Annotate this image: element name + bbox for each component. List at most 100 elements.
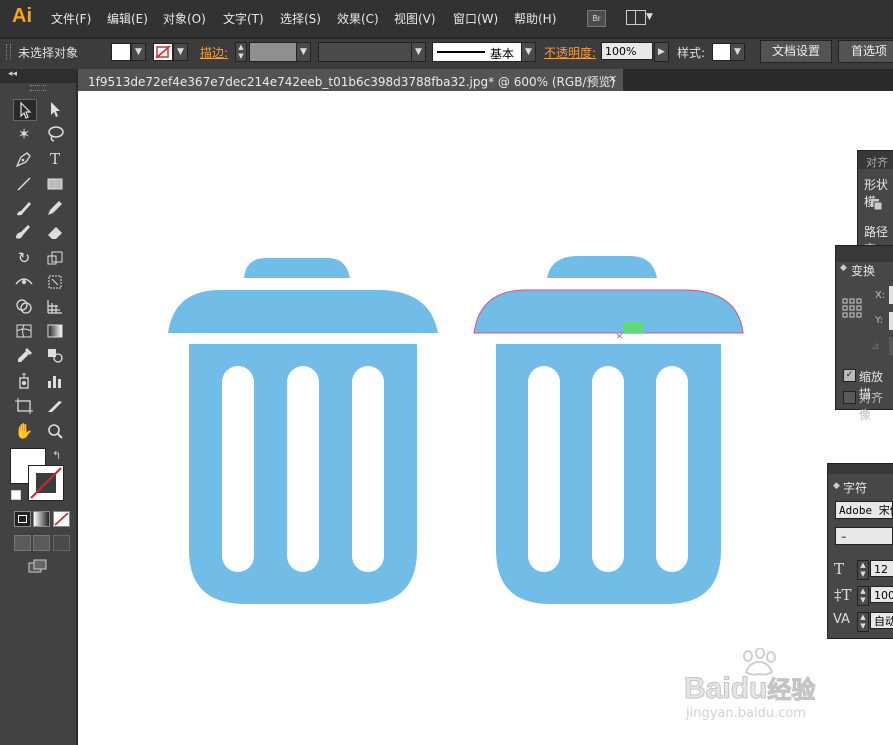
preferences-button[interactable]: 首选项 bbox=[838, 40, 893, 63]
fill-dropdown[interactable]: ▼ bbox=[131, 43, 146, 61]
chevron-down-icon[interactable]: ▼ bbox=[646, 12, 653, 22]
variable-width-profile[interactable] bbox=[318, 42, 412, 62]
menu-view[interactable]: 视图(V) bbox=[394, 10, 436, 27]
gradient-mode-icon[interactable] bbox=[33, 511, 50, 527]
direct-selection-tool-icon[interactable] bbox=[44, 99, 66, 119]
tracking-input[interactable]: 自动 bbox=[870, 612, 893, 629]
expand-icon[interactable]: ◆ bbox=[833, 481, 840, 491]
reference-point-icon[interactable] bbox=[842, 298, 862, 318]
brush-style-dropdown[interactable]: ▼ bbox=[521, 42, 536, 62]
menu-edit[interactable]: 编辑(E) bbox=[107, 10, 148, 27]
zoom-tool-icon[interactable] bbox=[44, 421, 66, 441]
font-size-input[interactable]: 12 bbox=[870, 560, 893, 577]
trash-lid-handle[interactable] bbox=[244, 258, 350, 278]
rotate-tool-icon[interactable]: ↻ bbox=[13, 248, 35, 268]
menu-select[interactable]: 选择(S) bbox=[280, 10, 321, 27]
graphic-style-swatch[interactable] bbox=[712, 43, 731, 61]
angle-input[interactable] bbox=[889, 337, 893, 355]
screen-mode-icon[interactable] bbox=[28, 559, 48, 573]
stroke-weight-field[interactable] bbox=[249, 42, 297, 62]
menu-type[interactable]: 文字(T) bbox=[223, 10, 264, 27]
menu-help[interactable]: 帮助(H) bbox=[514, 10, 556, 27]
expand-icon[interactable]: ◆ bbox=[840, 263, 847, 273]
eraser-tool-icon[interactable] bbox=[44, 222, 66, 242]
align-pixel-grid-checkbox[interactable] bbox=[843, 391, 856, 404]
draw-behind-icon[interactable] bbox=[33, 535, 50, 551]
paintbrush-tool-icon[interactable] bbox=[13, 198, 35, 218]
unite-icon[interactable] bbox=[870, 198, 884, 212]
opacity-input[interactable]: 100% bbox=[601, 42, 653, 60]
menu-file[interactable]: 文件(F) bbox=[51, 10, 91, 27]
menu-window[interactable]: 窗口(W) bbox=[453, 10, 498, 27]
perspective-grid-tool-icon[interactable] bbox=[44, 296, 66, 316]
eyedropper-tool-icon[interactable] bbox=[13, 345, 35, 365]
font-size-stepper[interactable]: ▲ ▼ bbox=[857, 560, 869, 580]
font-style-field[interactable]: – bbox=[835, 527, 893, 545]
slice-tool-icon[interactable] bbox=[44, 396, 66, 416]
stroke-dropdown[interactable]: ▼ bbox=[173, 43, 188, 61]
stroke-color-swatch[interactable] bbox=[28, 465, 64, 501]
draw-inside-icon[interactable] bbox=[53, 535, 70, 551]
stroke-swatch-none-icon[interactable] bbox=[153, 43, 173, 61]
mesh-tool-icon[interactable] bbox=[13, 321, 35, 341]
leading-stepper[interactable]: ▲ ▼ bbox=[857, 586, 869, 606]
default-colors-icon[interactable] bbox=[11, 490, 21, 500]
tools-panel-grip[interactable] bbox=[30, 85, 46, 91]
none-mode-icon[interactable] bbox=[53, 511, 70, 527]
close-icon[interactable]: × bbox=[608, 72, 617, 85]
rectangle-tool-icon[interactable] bbox=[44, 174, 66, 194]
stroke-weight-stepper[interactable]: ▲ ▼ bbox=[235, 42, 247, 62]
stroke-weight-dropdown[interactable]: ▼ bbox=[296, 42, 311, 62]
leading-input[interactable]: 100 bbox=[870, 586, 893, 603]
trash-can-right[interactable] bbox=[466, 250, 756, 610]
line-tool-icon[interactable] bbox=[13, 174, 35, 194]
menu-effect[interactable]: 效果(C) bbox=[337, 10, 379, 27]
stroke-label[interactable]: 描边: bbox=[200, 44, 228, 61]
selection-tool-icon[interactable] bbox=[13, 99, 37, 121]
control-bar-grip[interactable] bbox=[6, 44, 11, 60]
scale-tool-icon[interactable] bbox=[44, 248, 66, 268]
opacity-label[interactable]: 不透明度: bbox=[544, 44, 596, 61]
profile-dropdown[interactable]: ▼ bbox=[411, 42, 426, 62]
color-mode-icon[interactable] bbox=[14, 511, 31, 527]
trash-lid-handle[interactable] bbox=[547, 256, 657, 278]
document-setup-button[interactable]: 文档设置 bbox=[760, 40, 832, 63]
arrange-documents-icon[interactable] bbox=[626, 10, 646, 25]
lasso-tool-icon[interactable] bbox=[44, 124, 66, 144]
swap-fill-stroke-icon[interactable]: ↰ bbox=[52, 449, 61, 462]
fill-swatch[interactable] bbox=[111, 43, 131, 61]
tracking-stepper[interactable]: ▲ ▼ bbox=[857, 612, 869, 632]
menu-object[interactable]: 对象(O) bbox=[163, 10, 206, 27]
character-tab[interactable]: 字符 bbox=[843, 479, 867, 496]
width-tool-icon[interactable] bbox=[13, 272, 35, 292]
hand-tool-icon[interactable]: ✋ bbox=[13, 421, 35, 441]
anchor-point-highlight[interactable] bbox=[624, 322, 644, 333]
type-tool-icon[interactable]: T bbox=[44, 149, 66, 169]
x-input[interactable] bbox=[889, 286, 893, 304]
draw-normal-icon[interactable] bbox=[14, 535, 31, 551]
free-transform-tool-icon[interactable] bbox=[44, 272, 66, 292]
blend-tool-icon[interactable] bbox=[44, 345, 66, 365]
trash-lid[interactable] bbox=[168, 290, 438, 333]
pen-tool-icon[interactable] bbox=[13, 149, 35, 169]
font-family-field[interactable]: Adobe 宋体 bbox=[835, 501, 893, 519]
shape-builder-tool-icon[interactable] bbox=[13, 296, 35, 316]
collapse-icon[interactable]: ◂◂ bbox=[8, 69, 17, 79]
pencil-tool-icon[interactable] bbox=[44, 198, 66, 218]
magic-wand-tool-icon[interactable]: ✶ bbox=[13, 124, 35, 144]
graphic-style-dropdown[interactable]: ▼ bbox=[730, 43, 745, 61]
blob-brush-tool-icon[interactable] bbox=[13, 222, 35, 242]
column-graph-tool-icon[interactable] bbox=[44, 371, 66, 391]
bridge-button[interactable]: Br bbox=[587, 10, 606, 27]
brush-style-field[interactable]: 基本 bbox=[432, 42, 522, 62]
scale-strokes-checkbox[interactable]: ✓ bbox=[843, 369, 856, 382]
trash-can-left[interactable] bbox=[160, 250, 450, 610]
symbol-sprayer-tool-icon[interactable] bbox=[13, 371, 35, 391]
artboard-tool-icon[interactable] bbox=[13, 396, 35, 416]
y-input[interactable] bbox=[889, 312, 893, 330]
transform-tab[interactable]: 变换 bbox=[851, 262, 875, 279]
trash-lid-selected[interactable] bbox=[473, 289, 744, 334]
align-tab[interactable]: 对齐 bbox=[866, 154, 888, 170]
gradient-tool-icon[interactable] bbox=[44, 321, 66, 341]
opacity-dropdown[interactable]: ▶ bbox=[654, 42, 669, 62]
